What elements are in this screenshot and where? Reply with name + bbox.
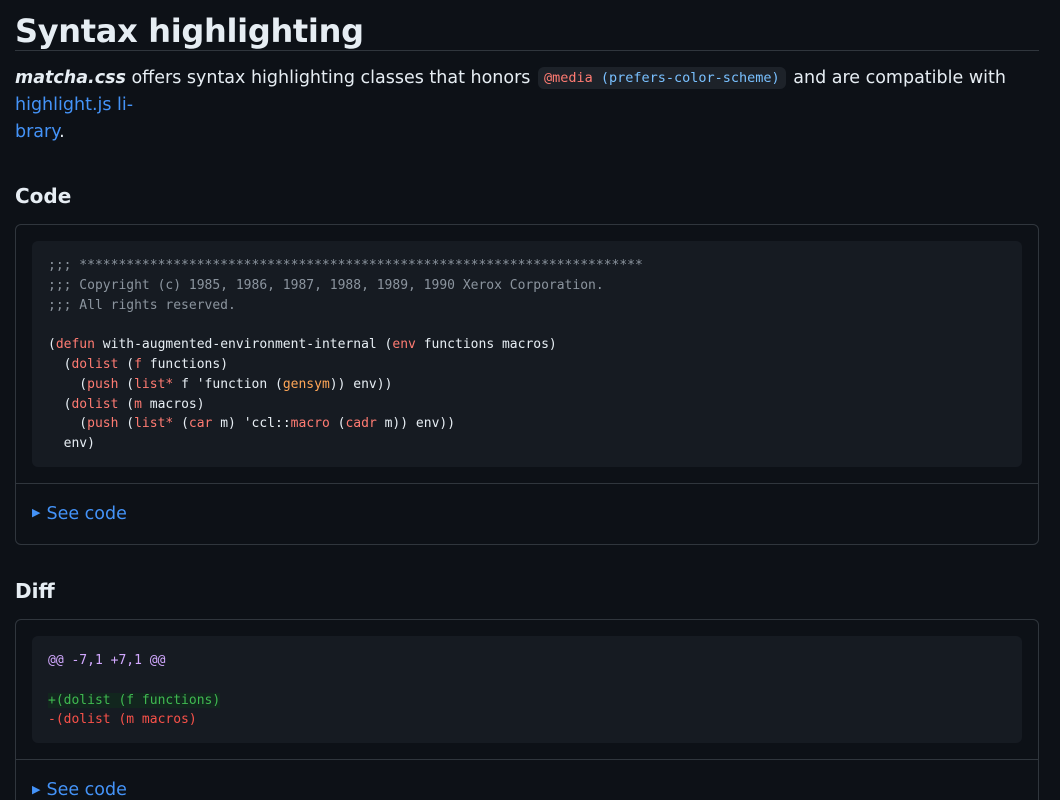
- inline-code-media-query: @media (prefers-color-scheme): [537, 67, 786, 89]
- brand-name: matcha.css: [15, 68, 126, 88]
- diff-deleted-line: -(dolist (m macros): [48, 712, 197, 728]
- highlightjs-link-part2: brary: [15, 122, 60, 142]
- diff-section-title: Diff: [15, 578, 55, 603]
- intro-text-1: offers syntax highlighting classes that …: [125, 68, 536, 88]
- page: Syntax highlighting matcha.css offers sy…: [0, 0, 1060, 800]
- code-line-6: env): [48, 436, 95, 452]
- triangle-right-icon: ▶: [32, 782, 41, 796]
- intro-paragraph: matcha.css offers syntax highlighting cl…: [15, 65, 1043, 146]
- code-line-4: (dolist (m macros): [48, 396, 205, 412]
- code-panel: ;;; ************************************…: [15, 224, 1039, 545]
- code-line-5: (push (list* (car m) 'ccl::macro (cadr m…: [48, 416, 456, 432]
- highlightjs-link-part1: highlight.js li-: [15, 95, 134, 115]
- code-panel-body: ;;; ************************************…: [16, 225, 1038, 484]
- code-line-1: (defun with-augmented-environment-intern…: [48, 337, 557, 353]
- diff-block: @@ -7,1 +7,1 @@ +(dolist (f functions) -…: [32, 635, 1022, 744]
- inline-code-feature: (prefers-color-scheme): [592, 70, 780, 86]
- triangle-right-icon: ▶: [32, 506, 41, 520]
- code-line-3: (push (list* f 'function (gensym)) env)): [48, 376, 393, 392]
- page-title: Syntax highlighting: [15, 0, 1039, 51]
- diff-see-code-label: See code: [46, 780, 127, 800]
- diff-see-code-toggle[interactable]: ▶ See code: [16, 760, 1038, 800]
- code-comment-line: ;;; Copyright (c) 1985, 1986, 1987, 1988…: [48, 277, 604, 293]
- diff-panel-body: @@ -7,1 +7,1 @@ +(dolist (f functions) -…: [16, 620, 1038, 761]
- code-comment-line: ;;; ************************************…: [48, 258, 643, 273]
- code-block: ;;; ************************************…: [32, 241, 1022, 467]
- diff-added-line: +(dolist (f functions): [48, 692, 221, 708]
- code-see-code-label: See code: [46, 503, 127, 524]
- intro-text-2: and are compatible with: [787, 68, 1006, 88]
- code-comment-line: ;;; All rights reserved.: [48, 297, 236, 313]
- highlightjs-link[interactable]: highlight.js li-brary: [15, 95, 133, 142]
- code-line-2: (dolist (f functions): [48, 356, 229, 372]
- diff-hunk-header: @@ -7,1 +7,1 @@: [48, 652, 166, 668]
- diff-panel: @@ -7,1 +7,1 @@ +(dolist (f functions) -…: [15, 618, 1039, 800]
- code-section-title: Code: [15, 184, 72, 208]
- inline-code-at-rule: @media: [543, 70, 593, 86]
- intro-text-end: .: [59, 122, 65, 142]
- code-see-code-toggle[interactable]: ▶ See code: [16, 484, 1038, 544]
